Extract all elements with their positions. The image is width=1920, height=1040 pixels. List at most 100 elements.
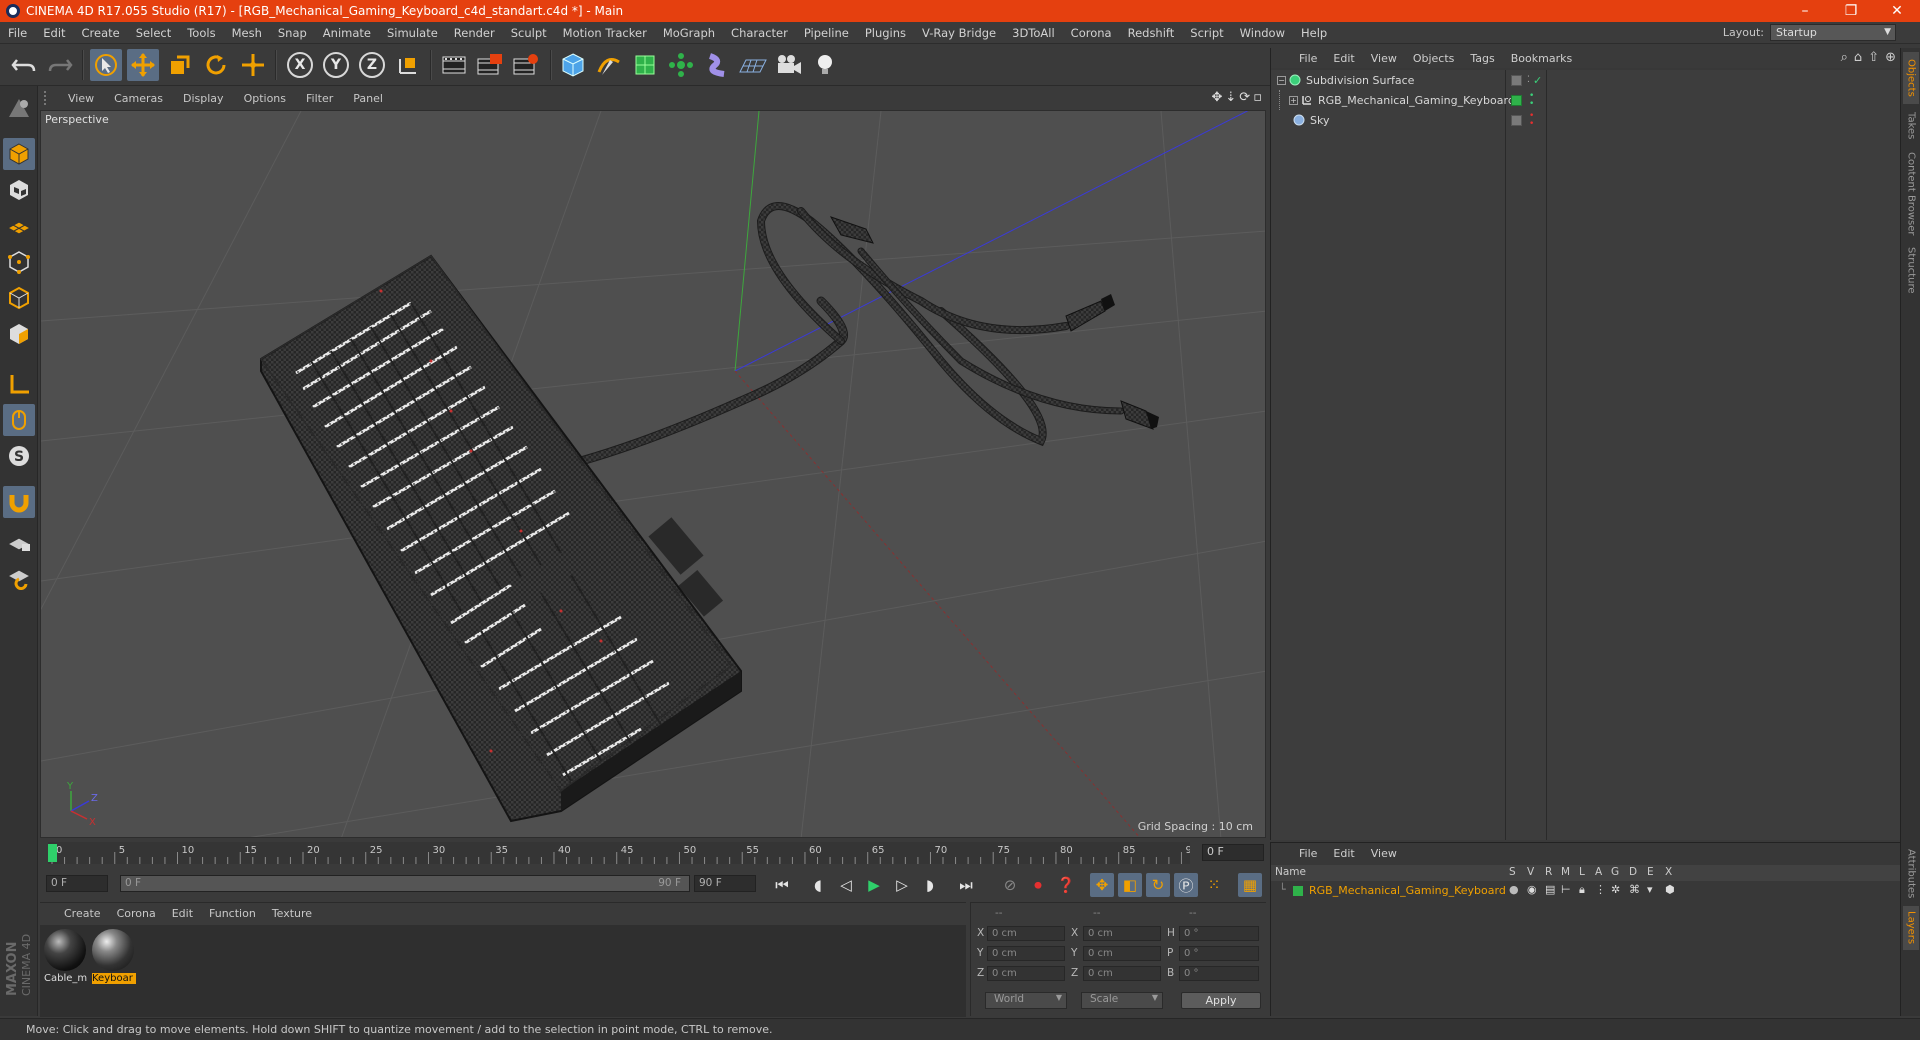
workplane-mode-button[interactable] [3,210,35,242]
layer-color-swatch[interactable] [1511,114,1522,126]
menu-motion-tracker[interactable]: Motion Tracker [555,26,655,40]
z-axis-button[interactable]: Z [356,49,388,81]
material-menu-corona[interactable]: Corona [109,907,164,920]
om-menu-view[interactable]: View [1363,52,1405,65]
transform-mode-dropdown[interactable]: Scale ▼ [1081,992,1163,1009]
lm-menu-edit[interactable]: Edit [1325,847,1362,860]
lock-icon[interactable]: 🔒︎ [1579,883,1585,897]
x-axis-button[interactable]: X [284,49,316,81]
snap-button[interactable]: S [3,440,35,472]
viewport-perspective[interactable]: Y Z X Perspective Grid Spacing : 10 cm [40,110,1266,838]
next-frame-button[interactable]: ▷ [890,873,914,897]
menu-render[interactable]: Render [446,26,503,40]
light-button[interactable] [809,49,841,81]
rotation-b-field[interactable]: 0 ° [1179,966,1259,981]
layer-row[interactable]: └ RGB_Mechanical_Gaming_Keyboard ● ◉ ▤ ⊢… [1271,883,1901,900]
maximize-view-icon[interactable]: ▫ [1253,90,1262,105]
key-rotation-button[interactable]: ↻ [1146,873,1170,897]
menu-animate[interactable]: Animate [315,26,379,40]
size-x-field[interactable]: 0 cm [1083,926,1161,941]
tab-attributes[interactable]: Attributes [1903,844,1919,904]
menu-corona[interactable]: Corona [1063,26,1120,40]
menu-script[interactable]: Script [1182,26,1231,40]
deformer-layer-icon[interactable]: ⌘ [1629,883,1640,896]
menu-snap[interactable]: Snap [270,26,315,40]
prev-frame-button[interactable]: ◁ [834,873,858,897]
viewport-menu-filter[interactable]: Filter [296,92,343,105]
deformer-button[interactable] [701,49,733,81]
tab-objects[interactable]: Objects [1903,52,1919,104]
start-frame-field[interactable]: 0 F [46,875,108,892]
menu-help[interactable]: Help [1293,26,1335,40]
select-tool-button[interactable] [90,49,122,81]
texture-mode-button[interactable] [3,174,35,206]
rotation-h-field[interactable]: 0 ° [1179,926,1259,941]
edges-mode-button[interactable] [3,282,35,314]
position-y-field[interactable]: 0 cm [987,946,1065,961]
layout-select[interactable]: Startup ▼ [1770,24,1896,41]
om-menu-bookmarks[interactable]: Bookmarks [1503,52,1580,65]
end-frame-field[interactable]: 90 F [694,875,756,892]
prev-key-button[interactable]: ◖ [806,873,830,897]
menu-edit[interactable]: Edit [35,26,73,40]
timeline-ruler[interactable]: 051015202530354045505560657075808590 0 F [40,840,1266,868]
goto-end-button[interactable]: ⏭ [954,873,978,897]
up-arrow-icon[interactable]: ⇧ [1868,50,1879,65]
render-picture-viewer-button[interactable] [474,49,506,81]
tab-content-browser[interactable]: Content Browser [1903,148,1919,240]
menu-window[interactable]: Window [1232,26,1293,40]
polygons-mode-button[interactable] [3,318,35,350]
viewport-menu-cameras[interactable]: Cameras [104,92,173,105]
current-frame-field[interactable]: 0 F [1202,844,1264,861]
menu-file[interactable]: File [0,26,35,40]
orbit-icon[interactable]: ⟳ [1239,90,1250,105]
om-menu-edit[interactable]: Edit [1325,52,1362,65]
redo-button[interactable] [44,49,76,81]
material-menu-edit[interactable]: Edit [164,907,201,920]
rotation-p-field[interactable]: 0 ° [1179,946,1259,961]
menu-redshift[interactable]: Redshift [1120,26,1183,40]
layer-col-d[interactable]: D [1629,866,1637,878]
next-key-button[interactable]: ◗ [918,873,942,897]
layer-col-x[interactable]: X [1665,866,1672,878]
position-x-field[interactable]: 0 cm [987,926,1065,941]
layer-color-swatch[interactable] [1511,94,1522,106]
model-mode-button[interactable] [3,138,35,170]
expand-icon[interactable]: + [1289,95,1298,105]
search-icon[interactable]: ⌕ [1841,50,1848,65]
menu-simulate[interactable]: Simulate [379,26,446,40]
workplane-snap-button[interactable] [3,562,35,594]
object-row-sky[interactable]: Sky • • [1271,110,1901,130]
new-window-icon[interactable]: ⊕ [1885,50,1896,65]
timeline-button[interactable]: ▦ [1238,873,1262,897]
material-swatch[interactable]: Keyboar [92,929,136,984]
floor-button[interactable] [737,49,769,81]
material-menu-texture[interactable]: Texture [264,907,320,920]
layer-color-swatch[interactable] [1293,886,1303,896]
layer-col-s[interactable]: S [1509,866,1516,878]
autokey-button[interactable]: ⏺ [1026,873,1050,897]
lm-menu-file[interactable]: File [1291,847,1325,860]
layer-col-a[interactable]: A [1595,866,1602,878]
key-position-button[interactable]: ✥ [1090,873,1114,897]
restore-button[interactable]: ❐ [1828,0,1874,22]
points-mode-button[interactable] [3,246,35,278]
eye-icon[interactable]: ◉ [1527,883,1537,896]
visibility-dots-icon[interactable]: • • [1529,112,1534,129]
world-coord-button[interactable] [392,49,424,81]
pan-icon[interactable]: ✥ [1211,90,1222,105]
tab-structure[interactable]: Structure [1903,242,1919,298]
keyframe-selection-button[interactable]: ❓ [1054,873,1078,897]
menu-create[interactable]: Create [74,26,128,40]
coordinate-system-dropdown[interactable]: World ▼ [985,992,1067,1009]
key-scale-button[interactable]: ◧ [1118,873,1142,897]
play-button[interactable]: ▶ [862,873,886,897]
record-keys-button[interactable]: ⊘ [998,873,1022,897]
menu-sculpt[interactable]: Sculpt [503,26,555,40]
layer-col-m[interactable]: M [1561,866,1570,878]
position-z-field[interactable]: 0 cm [987,966,1065,981]
menu-vray-bridge[interactable]: V-Ray Bridge [914,26,1004,40]
expression-icon[interactable]: ▾ [1647,883,1653,896]
live-select-button[interactable] [237,49,269,81]
menu-mograph[interactable]: MoGraph [655,26,723,40]
